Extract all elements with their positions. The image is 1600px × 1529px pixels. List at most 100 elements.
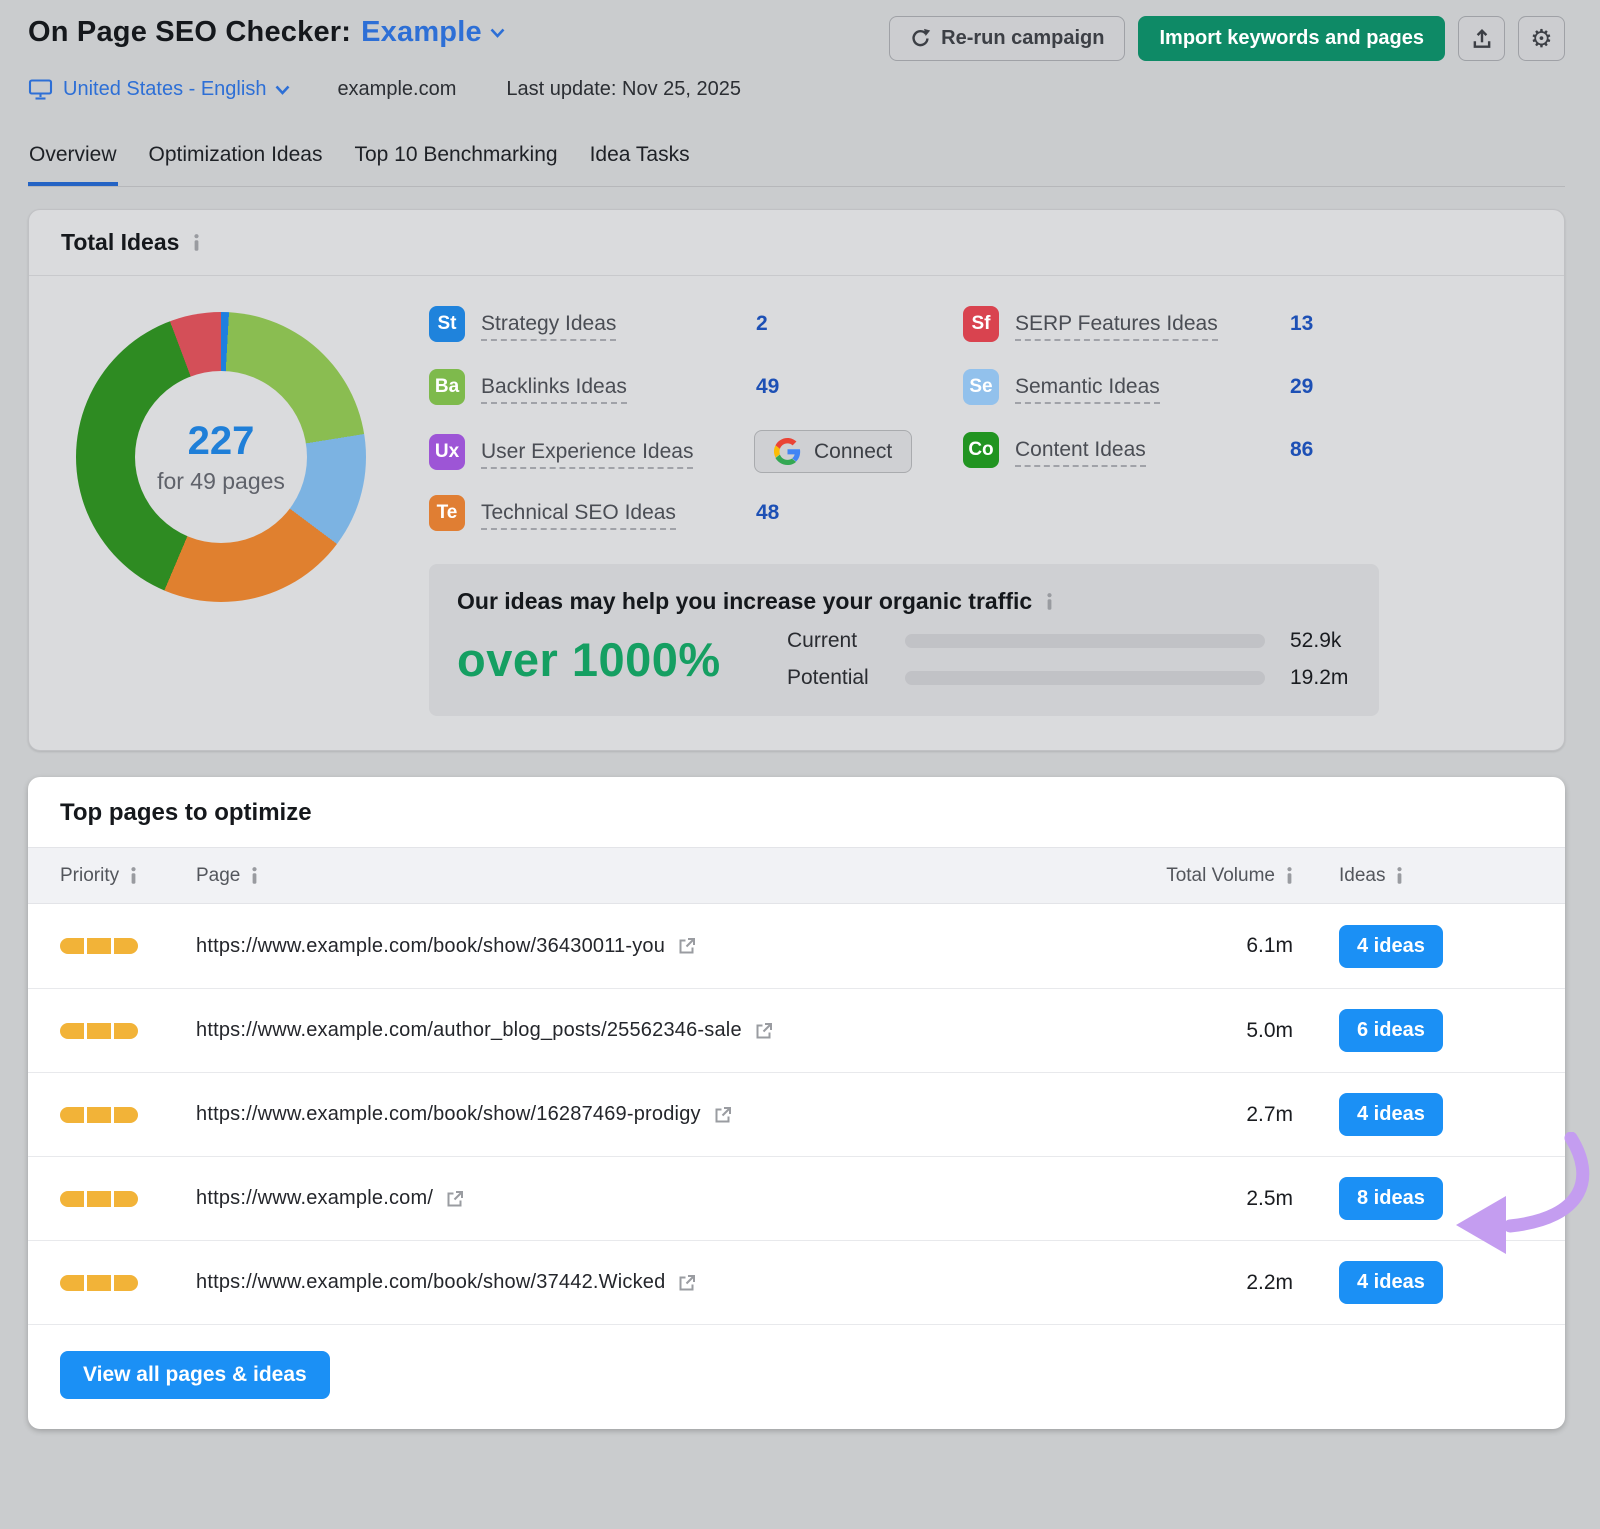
priority-indicator bbox=[60, 1023, 196, 1039]
potential-traffic-value: 19.2m bbox=[1290, 666, 1348, 690]
strategy-badge-icon: St bbox=[429, 306, 465, 342]
chevron-down-icon bbox=[275, 85, 290, 95]
external-link-icon[interactable] bbox=[754, 1021, 774, 1041]
settings-button[interactable]: ⚙ bbox=[1518, 16, 1565, 61]
tab-top-10-benchmarking[interactable]: Top 10 Benchmarking bbox=[353, 143, 558, 186]
backlinks-ideas-count: 49 bbox=[756, 375, 911, 399]
export-button[interactable] bbox=[1458, 16, 1505, 61]
semantic-ideas-link[interactable]: Semantic Ideas bbox=[1015, 375, 1160, 404]
column-header-ideas: Ideas bbox=[1293, 865, 1533, 887]
tab-overview[interactable]: Overview bbox=[28, 143, 118, 186]
strategy-ideas-count: 2 bbox=[756, 312, 911, 336]
external-link-icon[interactable] bbox=[713, 1105, 733, 1125]
chevron-down-icon bbox=[490, 28, 505, 38]
column-header-priority: Priority bbox=[60, 865, 196, 887]
legend-item-strategy: St Strategy Ideas 2 bbox=[429, 304, 911, 344]
legend-item-user-experience: Ux User Experience Ideas Connect bbox=[429, 430, 911, 470]
donut-center-label: 227 for 49 pages bbox=[76, 312, 366, 602]
tab-idea-tasks[interactable]: Idea Tasks bbox=[589, 143, 691, 186]
table-row: https://www.example.com/book/show/37442.… bbox=[28, 1240, 1565, 1324]
locale-selector[interactable]: United States - English bbox=[63, 78, 290, 101]
potential-traffic-label: Potential bbox=[787, 666, 905, 690]
backlinks-badge-icon: Ba bbox=[429, 369, 465, 405]
info-icon[interactable] bbox=[1046, 593, 1053, 610]
page-url: https://www.example.com/book/show/37442.… bbox=[196, 1271, 665, 1294]
import-keywords-button[interactable]: Import keywords and pages bbox=[1138, 16, 1445, 61]
current-traffic-bar bbox=[905, 634, 1265, 648]
import-keywords-label: Import keywords and pages bbox=[1159, 27, 1424, 50]
gear-icon: ⚙ bbox=[1530, 26, 1552, 51]
monitor-icon bbox=[28, 78, 53, 101]
column-header-total-volume: Total Volume bbox=[1143, 865, 1293, 887]
serp-features-ideas-link[interactable]: SERP Features Ideas bbox=[1015, 312, 1218, 341]
page-url: https://www.example.com/book/show/162874… bbox=[196, 1103, 701, 1126]
current-traffic-value: 52.9k bbox=[1290, 629, 1341, 653]
total-volume-value: 2.7m bbox=[1143, 1103, 1293, 1127]
top-pages-footer: View all pages & ideas bbox=[28, 1324, 1565, 1429]
info-icon[interactable] bbox=[130, 867, 137, 884]
user-experience-ideas-link[interactable]: User Experience Ideas bbox=[481, 440, 693, 469]
top-pages-table-header: Priority Page Total Volume Ideas bbox=[28, 847, 1565, 904]
legend-item-technical-seo: Te Technical SEO Ideas 48 bbox=[429, 493, 911, 533]
traffic-bars: Current 52.9k Potential 19.2m bbox=[787, 629, 1351, 690]
content-ideas-link[interactable]: Content Ideas bbox=[1015, 438, 1146, 467]
ideas-count-button[interactable]: 4 ideas bbox=[1339, 1261, 1443, 1304]
google-connect-button[interactable]: Connect bbox=[754, 430, 912, 473]
serp-features-badge-icon: Sf bbox=[963, 306, 999, 342]
view-all-pages-button[interactable]: View all pages & ideas bbox=[60, 1351, 330, 1399]
google-logo-icon bbox=[774, 438, 801, 465]
top-pages-table-body: https://www.example.com/book/show/364300… bbox=[28, 904, 1565, 1324]
technical-seo-ideas-link[interactable]: Technical SEO Ideas bbox=[481, 501, 676, 530]
page-url: https://www.example.com/ bbox=[196, 1187, 433, 1210]
info-icon[interactable] bbox=[1396, 867, 1403, 884]
user-experience-badge-icon: Ux bbox=[429, 434, 465, 470]
legend-item-backlinks: Ba Backlinks Ideas 49 bbox=[429, 367, 911, 407]
table-row: https://www.example.com/book/show/162874… bbox=[28, 1072, 1565, 1156]
refresh-icon bbox=[910, 28, 931, 49]
rerun-campaign-label: Re-run campaign bbox=[941, 27, 1104, 50]
table-row: https://www.example.com/author_blog_post… bbox=[28, 988, 1565, 1072]
total-ideas-card: Total Ideas 227 for 49 pages St Strategy… bbox=[28, 209, 1565, 751]
on-page-seo-checker-page: On Page SEO Checker: Example Re-run camp… bbox=[0, 0, 1600, 1429]
serp-features-ideas-count: 13 bbox=[1290, 312, 1423, 336]
technical-seo-badge-icon: Te bbox=[429, 495, 465, 531]
backlinks-ideas-link[interactable]: Backlinks Ideas bbox=[481, 375, 627, 404]
organic-traffic-module: Our ideas may help you increase your org… bbox=[429, 564, 1379, 716]
tab-optimization-ideas[interactable]: Optimization Ideas bbox=[148, 143, 324, 186]
ideas-count-button[interactable]: 4 ideas bbox=[1339, 1093, 1443, 1136]
total-volume-value: 2.5m bbox=[1143, 1187, 1293, 1211]
ideas-count-button[interactable]: 6 ideas bbox=[1339, 1009, 1443, 1052]
traffic-increase-highlight: over 1000% bbox=[457, 632, 787, 687]
external-link-icon[interactable] bbox=[677, 936, 697, 956]
project-selector[interactable]: Example bbox=[361, 16, 505, 49]
tab-bar: Overview Optimization Ideas Top 10 Bench… bbox=[28, 143, 1565, 187]
rerun-campaign-button[interactable]: Re-run campaign bbox=[889, 16, 1125, 61]
legend-item-serp-features: Sf SERP Features Ideas 13 bbox=[963, 304, 1423, 344]
info-icon[interactable] bbox=[1286, 867, 1293, 884]
donut-pages-caption: for 49 pages bbox=[157, 468, 285, 495]
external-link-icon[interactable] bbox=[677, 1273, 697, 1293]
campaign-meta: United States - English example.com Last… bbox=[28, 78, 1565, 101]
google-connect-label: Connect bbox=[814, 440, 892, 464]
external-link-icon[interactable] bbox=[445, 1189, 465, 1209]
organic-traffic-title: Our ideas may help you increase your org… bbox=[457, 588, 1351, 615]
strategy-ideas-link[interactable]: Strategy Ideas bbox=[481, 312, 616, 341]
priority-indicator bbox=[60, 938, 196, 954]
campaign-domain: example.com bbox=[337, 78, 456, 101]
top-pages-title: Top pages to optimize bbox=[28, 777, 1565, 847]
priority-indicator bbox=[60, 1191, 196, 1207]
info-icon[interactable] bbox=[251, 867, 258, 884]
ideas-legend: St Strategy Ideas 2 Ba Backlinks Ideas 4… bbox=[429, 304, 1532, 556]
column-header-page: Page bbox=[196, 865, 1143, 887]
current-traffic-row: Current 52.9k bbox=[787, 629, 1351, 653]
locale-label: United States - English bbox=[63, 78, 266, 101]
current-traffic-label: Current bbox=[787, 629, 905, 653]
info-icon[interactable] bbox=[193, 234, 200, 251]
content-badge-icon: Co bbox=[963, 432, 999, 468]
ideas-count-button[interactable]: 4 ideas bbox=[1339, 925, 1443, 968]
total-ideas-title: Total Ideas bbox=[61, 229, 179, 256]
legend-item-content: Co Content Ideas 86 bbox=[963, 430, 1423, 470]
priority-indicator bbox=[60, 1107, 196, 1123]
ideas-count-button-highlighted[interactable]: 8 ideas bbox=[1339, 1177, 1443, 1220]
project-name: Example bbox=[361, 16, 482, 49]
